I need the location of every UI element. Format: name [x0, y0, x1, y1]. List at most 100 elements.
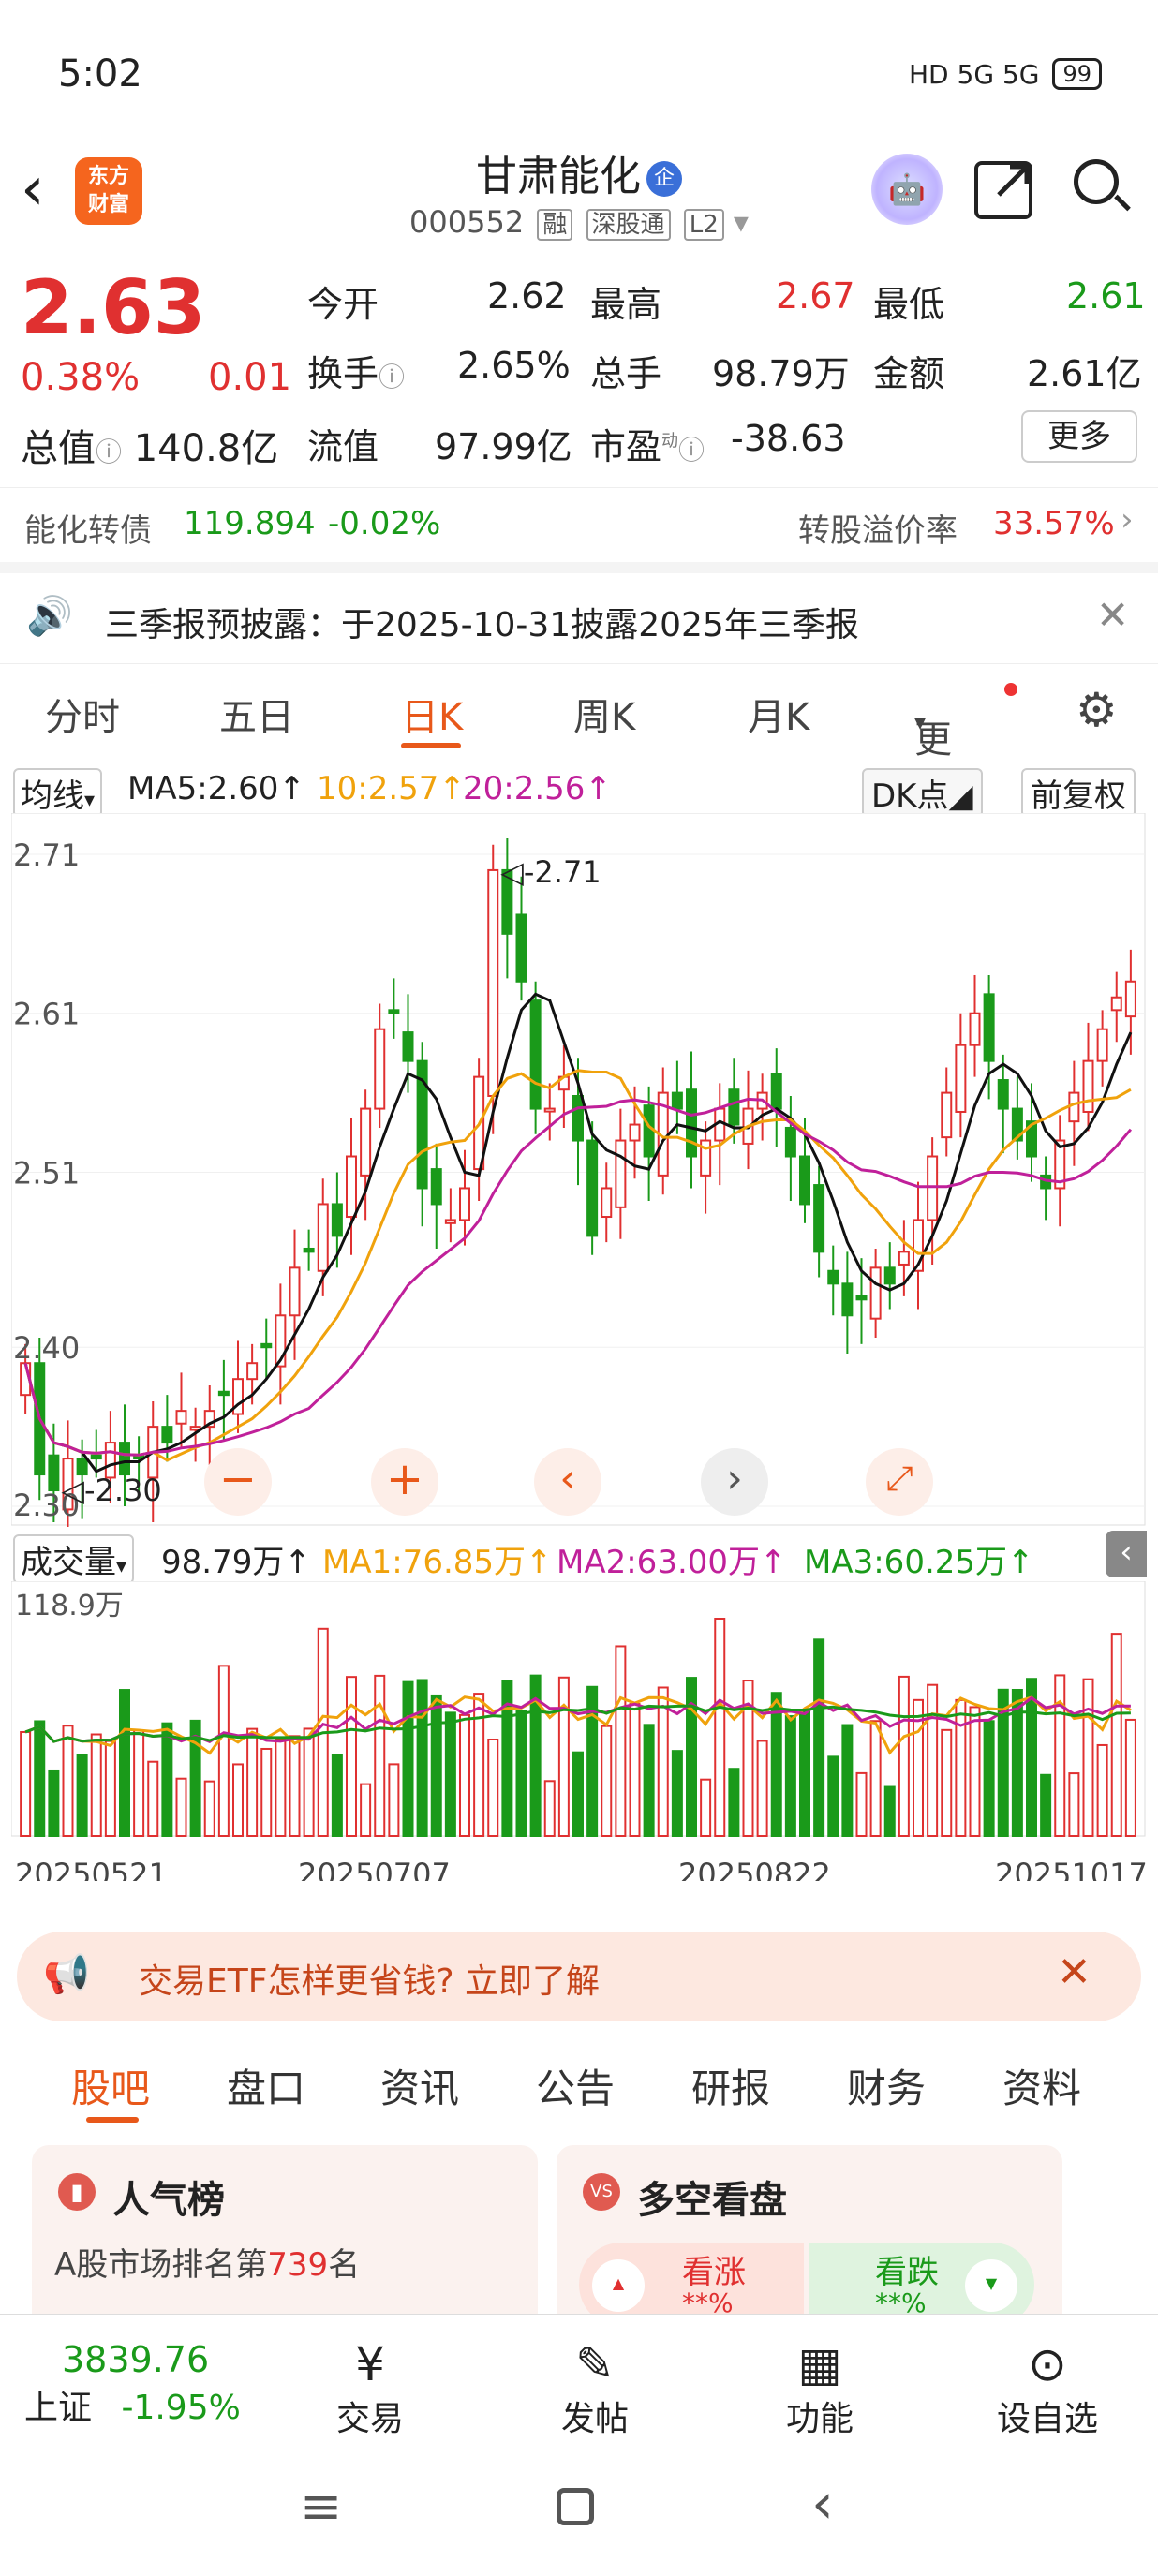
volume-chart[interactable]: 118.9万 20250521 20250707 20250822 202510…	[11, 1581, 1147, 1881]
index-ticker[interactable]: 3839.76 上证 -1.95%	[24, 2339, 241, 2429]
volume-bar	[246, 1727, 259, 1837]
volume-bar	[444, 1711, 456, 1837]
scroll-left-button[interactable]: ‹	[534, 1448, 601, 1516]
adjust-button[interactable]: 前复权	[1021, 768, 1136, 818]
amount-value: 2.61亿	[1027, 353, 1142, 394]
volume-bar	[1068, 1772, 1080, 1837]
home-icon[interactable]	[557, 2488, 594, 2525]
status-bar: 5:02 HD 5G 5G 99	[0, 0, 1158, 150]
clock: 5:02	[58, 52, 142, 96]
down-arrow-icon: ▼	[965, 2259, 1017, 2312]
close-icon[interactable]: ✕	[1057, 1948, 1091, 1996]
volume-bar	[360, 1783, 372, 1838]
market-cap-row: 总值ⓘ 140.8亿	[21, 418, 278, 472]
volume-bar	[1124, 1718, 1136, 1837]
volume-selector[interactable]: 成交量▾	[13, 1534, 135, 1584]
tab-monthly-k[interactable]: 月K	[748, 687, 809, 741]
tab-pankou[interactable]: 盘口	[227, 2057, 305, 2114]
candle-body	[827, 1269, 839, 1285]
tab-finance[interactable]: 财务	[847, 2057, 926, 2114]
bond-name: 能化转债	[24, 512, 152, 550]
volume-bar	[402, 1680, 414, 1838]
candle-body	[1110, 996, 1122, 1012]
candle-body	[629, 1123, 641, 1142]
bull-button[interactable]: ▲ 看涨 **%	[579, 2243, 804, 2314]
low-value: 2.61	[1066, 275, 1146, 317]
candle-body	[90, 1454, 102, 1460]
long-short-card[interactable]: VS 多空看盘 ▲ 看涨 **% 看跌 **% ▼	[557, 2145, 1062, 2314]
volume-bar	[770, 1692, 782, 1838]
bear-button[interactable]: 看跌 **% ▼	[809, 2243, 1034, 2314]
gear-icon[interactable]: ⚙	[1076, 683, 1118, 737]
more-button[interactable]: 更多	[1021, 410, 1137, 463]
candle-body	[374, 1028, 386, 1110]
nav-trade[interactable]: ¥ 交易	[328, 2337, 412, 2440]
volume-bar	[686, 1677, 697, 1838]
bear-pct: **%	[875, 2287, 927, 2314]
notice-text: 三季报预披露：于2025-10-31披露2025年三季报	[105, 606, 859, 644]
volume-bar	[161, 1722, 173, 1837]
turnover-value: 2.65%	[457, 345, 571, 386]
market-cap-label: 总值	[21, 427, 96, 470]
candle-body	[813, 1184, 825, 1253]
candle-body	[161, 1426, 173, 1444]
open-label: 今开	[307, 284, 379, 325]
volume-bar	[133, 1729, 145, 1837]
tab-announcements[interactable]: 公告	[536, 2057, 615, 2114]
info-icon[interactable]: ⓘ	[678, 435, 705, 466]
candle-body	[346, 1155, 357, 1219]
dk-point-button[interactable]: DK点◢	[862, 768, 983, 818]
tab-news[interactable]: 资讯	[380, 2057, 459, 2114]
speaker-icon: 🔊	[26, 595, 73, 638]
ma-selector[interactable]: 均线▾	[13, 768, 103, 818]
close-icon[interactable]: ✕	[1096, 592, 1129, 638]
vs-icon: VS	[583, 2173, 620, 2211]
grid-icon: ▦	[797, 2337, 842, 2391]
info-icon[interactable]: ⓘ	[379, 362, 405, 392]
volume-bar	[430, 1694, 442, 1838]
volume-legend: 成交量▾ 98.79万↑ MA1:76.85万↑ MA2:63.00万↑ MA3…	[0, 1527, 1158, 1584]
notice-banner[interactable]: 🔊 三季报预披露：于2025-10-31披露2025年三季报 ✕	[0, 562, 1158, 663]
zoom-in-button[interactable]: +	[371, 1448, 438, 1516]
fullscreen-icon[interactable]: ⤢	[866, 1448, 933, 1516]
signal-icon: HD 5G 5G	[909, 58, 1040, 90]
tab-intraday[interactable]: 分时	[45, 687, 120, 741]
etf-ad-banner[interactable]: 📢 交易ETF怎样更省钱? 立即了解 ✕	[17, 1932, 1141, 2021]
tab-five-day[interactable]: 五日	[219, 687, 294, 741]
tab-profile[interactable]: 资料	[1002, 2057, 1081, 2114]
popularity-card[interactable]: ▮ 人气榜 A股市场排名第739名	[32, 2145, 538, 2314]
volume-bar	[203, 1780, 215, 1837]
volume-bar	[1040, 1773, 1052, 1837]
kline-chart[interactable]: 2.712.612.512.402.30◁-2.71◁-2.30	[11, 813, 1147, 1527]
volume-bar	[175, 1777, 187, 1838]
ad-text: 交易ETF怎样更省钱? 立即了解	[139, 1962, 600, 2001]
convertible-bond-row[interactable]: 能化转债 119.894 -0.02% 转股溢价率 33.57% ›	[0, 487, 1158, 562]
zoom-out-button[interactable]: −	[204, 1448, 272, 1516]
volume-bar	[515, 1710, 527, 1837]
tab-research[interactable]: 研报	[691, 2057, 770, 2114]
menu-icon[interactable]: ≡	[300, 2477, 342, 2536]
up-arrow-icon: ▲	[592, 2259, 645, 2312]
tab-daily-k[interactable]: 日K	[401, 687, 463, 741]
search-icon[interactable]	[1074, 159, 1131, 215]
rank-text: A股市场排名第739名	[54, 2246, 361, 2284]
date-label: 20251017	[995, 1857, 1147, 1881]
scroll-right-button[interactable]: ›	[701, 1448, 768, 1516]
tab-weekly-k[interactable]: 周K	[573, 687, 635, 741]
period-tabs: 分时 五日 日K 周K 月K 更多▾ ⚙	[0, 663, 1158, 816]
premium-value: 33.57%	[993, 505, 1115, 542]
candle-body	[770, 1073, 782, 1110]
nav-add-watchlist[interactable]: ⊙ 设自选	[991, 2337, 1104, 2440]
nav-post[interactable]: ✎ 发帖	[553, 2337, 637, 2440]
chevron-down-icon[interactable]: ▾	[734, 204, 749, 240]
ai-assistant-icon[interactable]: 🤖	[871, 154, 943, 225]
megaphone-icon: 📢	[43, 1953, 90, 1996]
tab-guba[interactable]: 股吧	[71, 2057, 150, 2114]
rank-icon: ▮	[58, 2173, 96, 2211]
volume-bar	[34, 1720, 46, 1837]
info-icon[interactable]: ⓘ	[96, 437, 122, 467]
collapse-panel-icon[interactable]: ‹	[1106, 1531, 1147, 1577]
back-nav-icon[interactable]: ‹	[811, 2471, 834, 2537]
share-icon[interactable]	[974, 161, 1032, 219]
nav-functions[interactable]: ▦ 功能	[778, 2337, 862, 2440]
